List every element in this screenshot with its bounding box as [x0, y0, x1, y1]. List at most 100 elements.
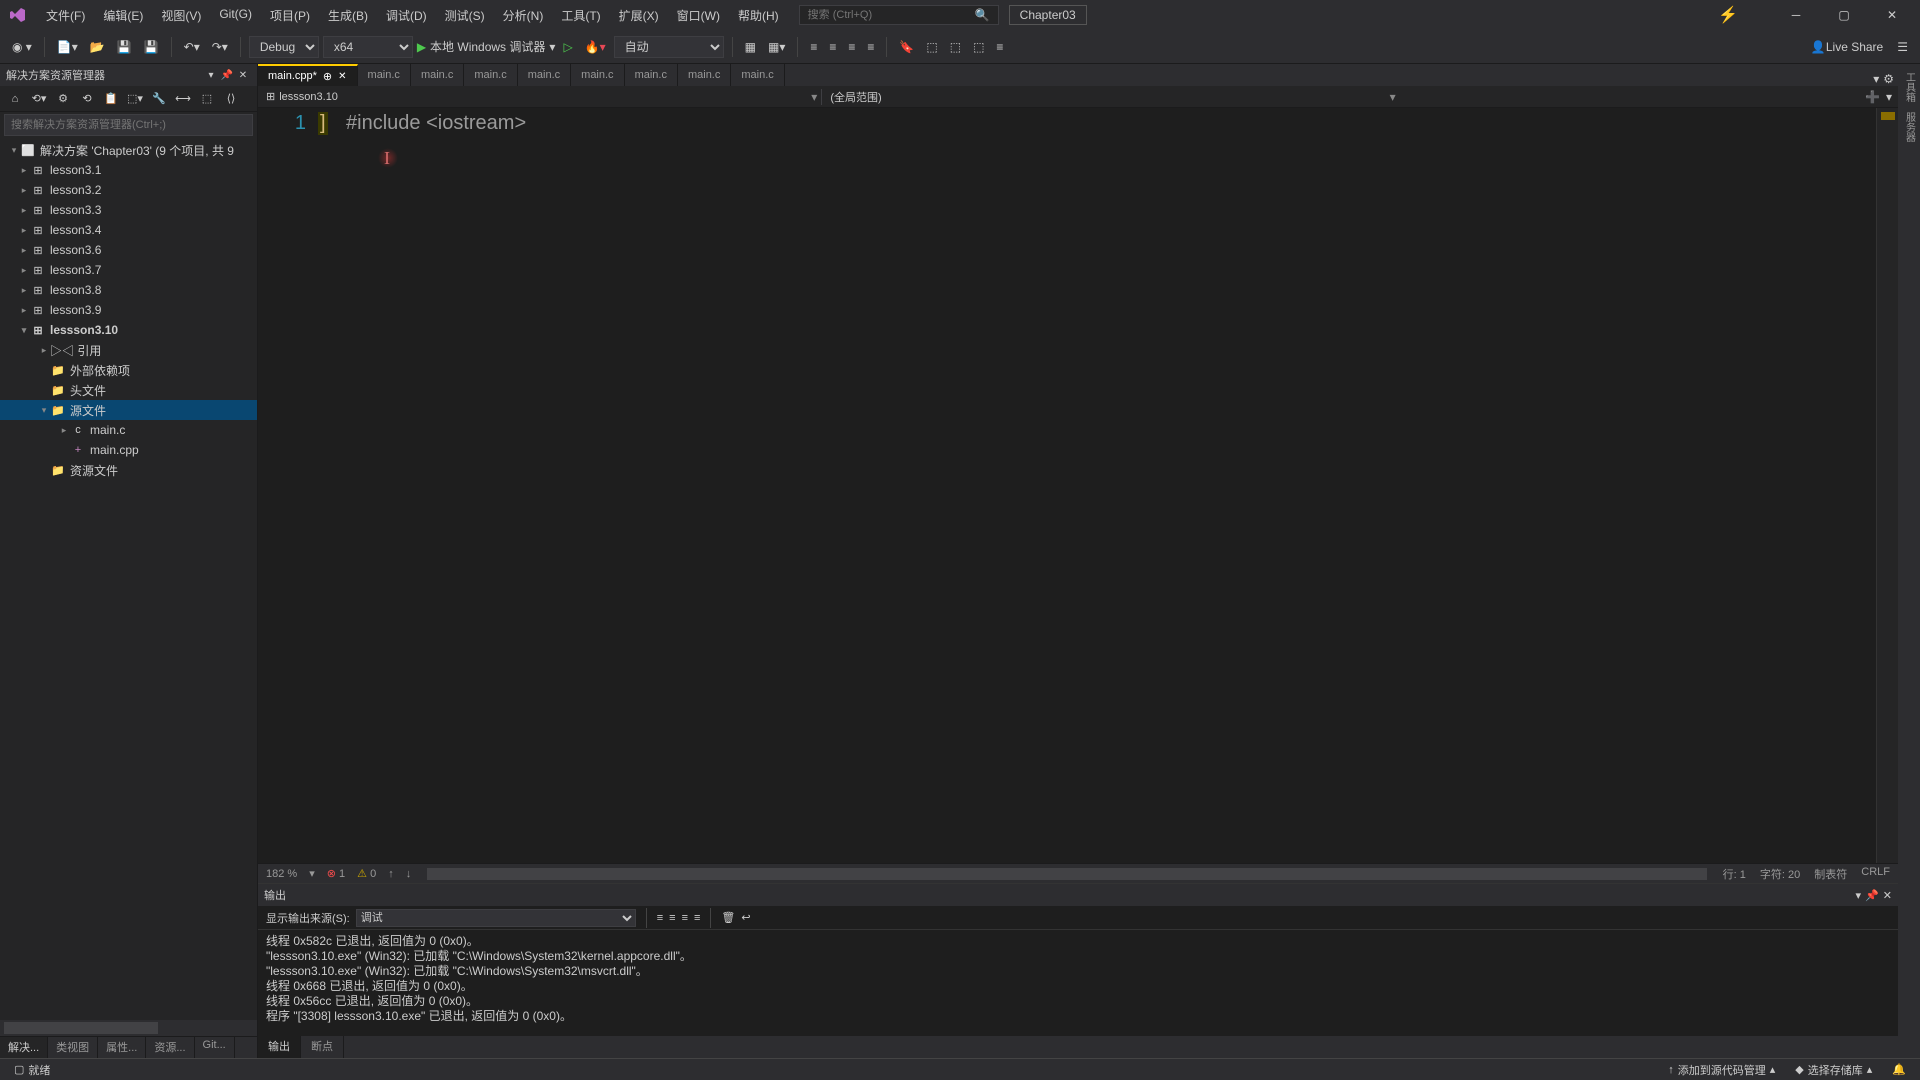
toolbar-btn-5[interactable]: ⬚	[969, 36, 988, 58]
nav-up-icon[interactable]: ↑	[388, 868, 394, 880]
indent-mode[interactable]: 制表符	[1814, 866, 1847, 882]
menu-edit[interactable]: 编辑(E)	[95, 3, 151, 28]
editor-tab[interactable]: main.c	[678, 64, 731, 86]
output-clear-button[interactable]: 🗑	[721, 911, 735, 924]
menu-view[interactable]: 视图(V)	[153, 3, 209, 28]
project-item[interactable]: ▸⊞lesson3.7	[0, 260, 257, 280]
vtab-1[interactable]: 工具箱	[1902, 72, 1917, 102]
expander-icon[interactable]: ▸	[18, 245, 30, 256]
output-close-icon[interactable]: ✕	[1883, 889, 1892, 902]
overview-ruler[interactable]	[1876, 108, 1898, 863]
menu-build[interactable]: 生成(B)	[320, 3, 376, 28]
bookmark-button[interactable]: 🔖	[895, 36, 918, 58]
toolbar-btn-3[interactable]: ⬚	[922, 36, 941, 58]
config-select[interactable]: Debug	[249, 36, 319, 58]
tab-class-view[interactable]: 类视图	[48, 1037, 98, 1058]
menu-analyze[interactable]: 分析(N)	[495, 3, 552, 28]
se-btn-7[interactable]: 🔧	[148, 88, 170, 110]
se-btn-2[interactable]: ⟲▾	[28, 88, 50, 110]
se-btn-6[interactable]: ⬚▾	[124, 88, 146, 110]
expander-icon[interactable]: ▸	[18, 225, 30, 236]
output-dropdown-icon[interactable]: ▾	[1856, 889, 1862, 902]
project-item[interactable]: ▸⊞lesson3.8	[0, 280, 257, 300]
source-file-item[interactable]: +main.cpp	[0, 440, 257, 460]
tab-overflow-icon[interactable]: ▾	[1873, 72, 1879, 86]
nav-down-icon[interactable]: ↓	[406, 868, 412, 880]
menu-help[interactable]: 帮助(H)	[730, 3, 787, 28]
output-btn-2[interactable]: ≡	[669, 912, 675, 924]
se-btn-9[interactable]: ⬚	[196, 88, 218, 110]
search-box[interactable]: 🔍	[799, 5, 999, 25]
output-text[interactable]: 线程 0x582c 已退出, 返回值为 0 (0x0)。 "lessson3.1…	[258, 930, 1898, 1036]
expander-icon[interactable]: ▸	[38, 345, 50, 356]
output-pin-icon[interactable]: 📌	[1865, 889, 1879, 902]
panel-close-icon[interactable]: ✕	[235, 67, 251, 83]
expander-icon[interactable]: ▾	[38, 405, 50, 416]
nav-scope-global[interactable]: (全局范围)	[822, 86, 889, 107]
sidebar-hscroll[interactable]	[0, 1020, 257, 1036]
editor-tab[interactable]: main.c	[731, 64, 784, 86]
tab-breakpoints[interactable]: 断点	[301, 1036, 344, 1058]
expander-icon[interactable]: ▸	[18, 185, 30, 196]
project-item-active[interactable]: ▾⊞lessson3.10	[0, 320, 257, 340]
sources-folder[interactable]: ▾📁源文件	[0, 400, 257, 420]
editor-tab[interactable]: main.c	[358, 64, 411, 86]
project-item[interactable]: ▸⊞lesson3.3	[0, 200, 257, 220]
toolbar-overflow[interactable]: ≡	[992, 36, 1007, 58]
editor-tab[interactable]: main.c	[625, 64, 678, 86]
uncomment-button[interactable]: ≡	[863, 36, 878, 58]
start-without-debug-button[interactable]: ▷	[559, 36, 576, 58]
se-search-input[interactable]	[4, 114, 253, 136]
headers-folder[interactable]: 📁头文件	[0, 380, 257, 400]
nav-back-button[interactable]: ◉ ▾	[8, 36, 36, 58]
panel-pin-icon[interactable]: 📌	[219, 67, 235, 83]
tab-close-icon[interactable]: ✕	[338, 71, 346, 82]
menu-project[interactable]: 项目(P)	[262, 3, 318, 28]
repo-select-button[interactable]: ◆ 选择存储库 ▴	[1789, 1062, 1878, 1078]
panel-dropdown-icon[interactable]: ▾	[203, 67, 219, 83]
hot-reload-button[interactable]: 🔥▾	[581, 36, 610, 58]
feedback-button[interactable]: ☰	[1893, 36, 1912, 58]
cursor-line[interactable]: 行: 1	[1723, 866, 1746, 882]
toolbar-btn-4[interactable]: ⬚	[946, 36, 965, 58]
output-wrap-button[interactable]: ↩	[741, 911, 750, 924]
run-debug-button[interactable]: ▶ 本地 Windows 调试器 ▾	[417, 38, 556, 55]
project-item[interactable]: ▸⊞lesson3.9	[0, 300, 257, 320]
project-item[interactable]: ▸⊞lesson3.4	[0, 220, 257, 240]
redo-button[interactable]: ↷▾	[208, 36, 232, 58]
tab-solution-explorer[interactable]: 解决...	[0, 1037, 48, 1058]
expander-icon[interactable]: ▸	[18, 165, 30, 176]
se-btn-5[interactable]: 📋	[100, 88, 122, 110]
project-item[interactable]: ▸⊞lesson3.2	[0, 180, 257, 200]
solution-tree[interactable]: ▾ ⬜ 解决方案 'Chapter03' (9 个项目, 共 9 ▸⊞lesso…	[0, 138, 257, 1020]
tab-output[interactable]: 输出	[258, 1036, 301, 1058]
maximize-button[interactable]: ▢	[1824, 0, 1864, 30]
menu-extensions[interactable]: 扩展(X)	[611, 3, 667, 28]
source-file-item[interactable]: ▸cmain.c	[0, 420, 257, 440]
project-item[interactable]: ▸⊞lesson3.6	[0, 240, 257, 260]
expander-icon[interactable]: ▸	[18, 305, 30, 316]
new-file-button[interactable]: 📄▾	[53, 36, 82, 58]
project-item[interactable]: ▸⊞lesson3.1	[0, 160, 257, 180]
expander-icon[interactable]: ▸	[18, 205, 30, 216]
tab-pin-icon[interactable]: ⊕	[323, 70, 332, 83]
editor-tab[interactable]: main.c	[464, 64, 517, 86]
output-source-select[interactable]: 调试	[356, 909, 636, 927]
se-btn-3[interactable]: ⚙	[52, 88, 74, 110]
nav-dropdown-2[interactable]: ▾	[1390, 90, 1400, 104]
se-btn-10[interactable]: ⟨⟩	[220, 88, 242, 110]
expander-icon[interactable]: ▸	[18, 285, 30, 296]
expander-icon[interactable]: ▸	[18, 265, 30, 276]
save-button[interactable]: 💾	[113, 36, 136, 58]
warning-count[interactable]: ⚠ 0	[357, 867, 376, 880]
external-deps-folder[interactable]: 📁外部依赖项	[0, 360, 257, 380]
solution-name[interactable]: Chapter03	[1009, 5, 1087, 25]
menu-tools[interactable]: 工具(T)	[553, 3, 608, 28]
editor-tab[interactable]: main.c	[411, 64, 464, 86]
editor-tab-active[interactable]: main.cpp* ⊕ ✕	[258, 64, 358, 86]
vtab-2[interactable]: 服务器	[1902, 112, 1917, 142]
source-control-button[interactable]: ↑ 添加到源代码管理 ▴	[1662, 1062, 1781, 1078]
editor-tab[interactable]: main.c	[571, 64, 624, 86]
line-ending[interactable]: CRLF	[1861, 866, 1890, 882]
liveshare-button[interactable]: 👤 Live Share	[1807, 36, 1887, 58]
